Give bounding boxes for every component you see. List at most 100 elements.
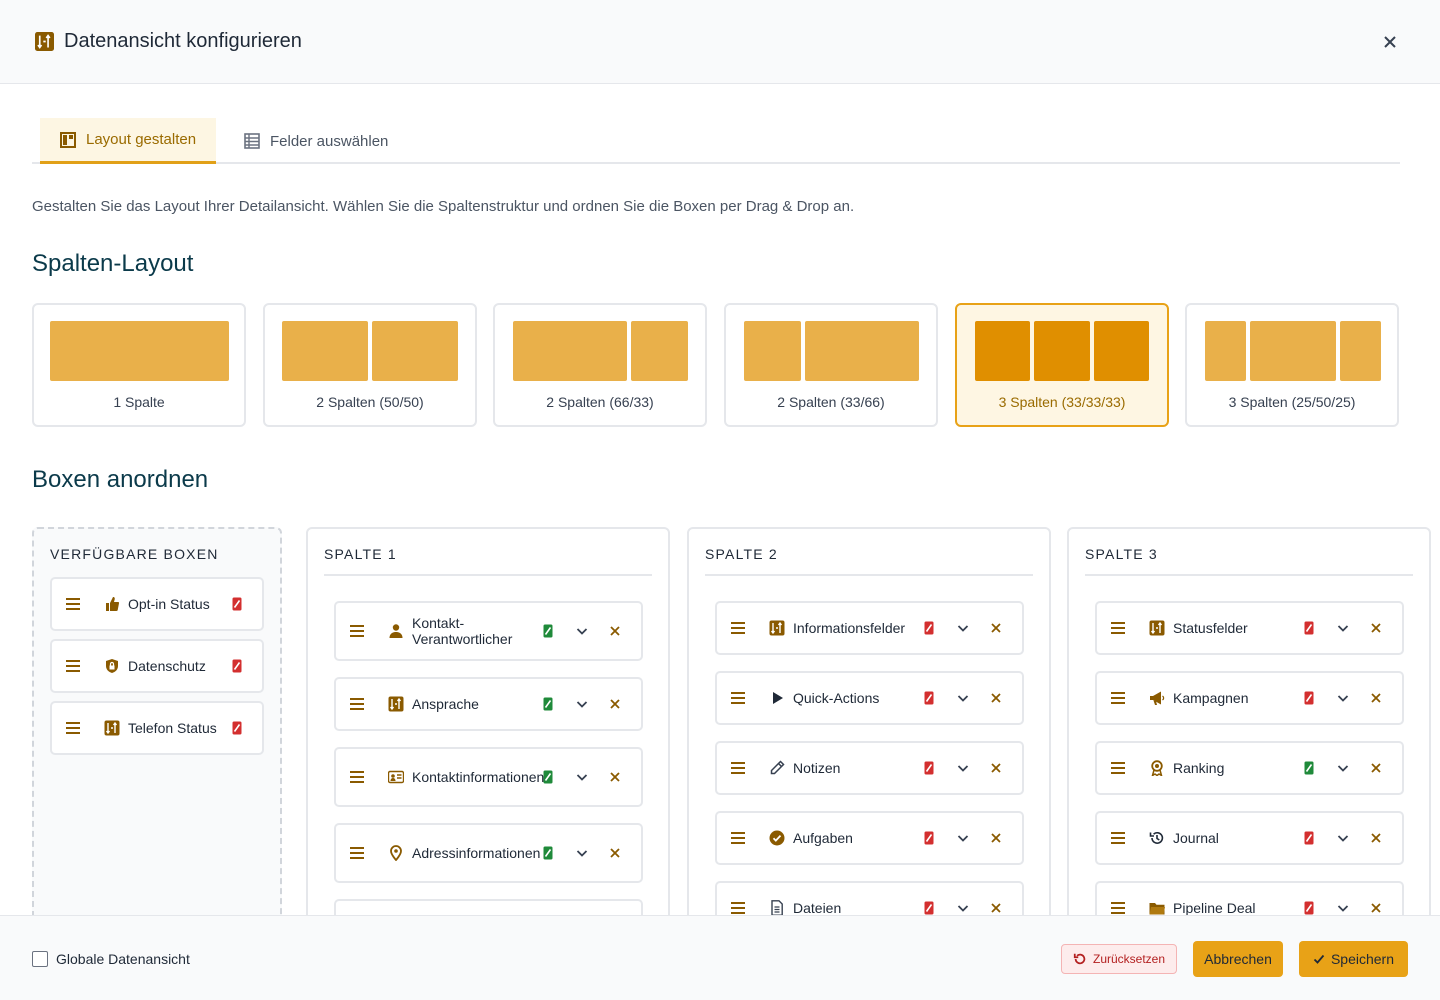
- drag-handle-icon[interactable]: [350, 847, 364, 859]
- layout-label: 2 Spalten (33/66): [777, 394, 885, 410]
- remove-icon[interactable]: [609, 847, 621, 859]
- megaphone-icon: [1150, 691, 1165, 705]
- box-item[interactable]: Informationsfelder: [715, 601, 1024, 655]
- mobile-off-icon[interactable]: [924, 691, 934, 705]
- remove-icon[interactable]: [609, 625, 621, 637]
- close-button[interactable]: [1378, 30, 1402, 54]
- mobile-off-icon[interactable]: [232, 597, 242, 611]
- mobile-off-icon[interactable]: [924, 621, 934, 635]
- chevron-down-icon[interactable]: [1336, 901, 1350, 915]
- remove-icon[interactable]: [1370, 902, 1382, 914]
- remove-icon[interactable]: [1370, 832, 1382, 844]
- layout-option-3[interactable]: 2 Spalten (66/33): [493, 303, 707, 427]
- box-item[interactable]: Kontaktinformationen: [334, 747, 643, 807]
- drag-handle-icon[interactable]: [66, 598, 80, 610]
- chevron-down-icon[interactable]: [1336, 831, 1350, 845]
- box-item[interactable]: Kontakt-Verantwortlicher: [334, 601, 643, 661]
- mobile-off-icon[interactable]: [1304, 901, 1314, 915]
- chevron-down-icon[interactable]: [956, 761, 970, 775]
- mobile-off-icon[interactable]: [1304, 621, 1314, 635]
- remove-icon[interactable]: [990, 692, 1002, 704]
- drag-handle-icon[interactable]: [731, 902, 745, 914]
- undo-icon: [1073, 953, 1086, 965]
- chevron-down-icon[interactable]: [575, 846, 589, 860]
- box-item[interactable]: Aufgaben: [715, 811, 1024, 865]
- drag-handle-icon[interactable]: [66, 722, 80, 734]
- remove-icon[interactable]: [990, 762, 1002, 774]
- chevron-down-icon[interactable]: [956, 621, 970, 635]
- drag-handle-icon[interactable]: [731, 832, 745, 844]
- drag-handle-icon[interactable]: [1111, 902, 1125, 914]
- cancel-button[interactable]: Abbrechen: [1193, 941, 1283, 977]
- layout-option-6[interactable]: 3 Spalten (25/50/25): [1185, 303, 1399, 427]
- box-item[interactable]: Adressinformationen: [334, 823, 643, 883]
- box-item[interactable]: Kampagnen: [1095, 671, 1404, 725]
- mobile-off-icon[interactable]: [924, 901, 934, 915]
- chevron-down-icon[interactable]: [1336, 761, 1350, 775]
- mobile-off-icon[interactable]: [232, 721, 242, 735]
- chevron-down-icon[interactable]: [956, 691, 970, 705]
- mobile-off-icon[interactable]: [1304, 691, 1314, 705]
- drag-handle-icon[interactable]: [731, 692, 745, 704]
- chevron-down-icon[interactable]: [1336, 621, 1350, 635]
- chevron-down-icon[interactable]: [956, 901, 970, 915]
- global-view-checkbox[interactable]: [32, 951, 48, 967]
- mobile-off-icon[interactable]: [232, 659, 242, 673]
- mobile-off-icon[interactable]: [924, 761, 934, 775]
- layout-label: 2 Spalten (66/33): [546, 394, 654, 410]
- layout-option-2[interactable]: 2 Spalten (50/50): [263, 303, 477, 427]
- box-item[interactable]: Journal: [1095, 811, 1404, 865]
- layout-option-4[interactable]: 2 Spalten (33/66): [724, 303, 938, 427]
- drag-handle-icon[interactable]: [350, 771, 364, 783]
- mobile-on-icon[interactable]: [543, 624, 553, 638]
- drag-handle-icon[interactable]: [731, 762, 745, 774]
- mobile-on-icon[interactable]: [543, 770, 553, 784]
- tab-layout[interactable]: Layout gestalten: [40, 118, 217, 164]
- column-3-panel: SPALTE 3 Statusfelder Kampagnen Ranking Jou…: [1067, 527, 1431, 947]
- mobile-on-icon[interactable]: [543, 697, 553, 711]
- mobile-off-icon[interactable]: [1304, 831, 1314, 845]
- layout-option-1[interactable]: 1 Spalte: [32, 303, 246, 427]
- drag-handle-icon[interactable]: [1111, 622, 1125, 634]
- chevron-down-icon[interactable]: [956, 831, 970, 845]
- drag-handle-icon[interactable]: [350, 698, 364, 710]
- box-item[interactable]: Ansprache: [334, 677, 643, 731]
- chevron-down-icon[interactable]: [1336, 691, 1350, 705]
- drag-handle-icon[interactable]: [731, 622, 745, 634]
- remove-icon[interactable]: [990, 832, 1002, 844]
- layout-option-5[interactable]: 3 Spalten (33/33/33): [955, 303, 1169, 427]
- remove-icon[interactable]: [1370, 762, 1382, 774]
- chevron-down-icon[interactable]: [575, 624, 589, 638]
- pencil-icon: [770, 760, 785, 775]
- drag-handle-icon[interactable]: [1111, 832, 1125, 844]
- box-label: Journal: [1173, 830, 1219, 846]
- drag-handle-icon[interactable]: [1111, 692, 1125, 704]
- drag-handle-icon[interactable]: [66, 660, 80, 672]
- box-item[interactable]: Telefon Status: [50, 701, 264, 755]
- tab-fields[interactable]: Felder auswählen: [224, 118, 408, 164]
- save-button[interactable]: Speichern: [1299, 941, 1408, 977]
- box-item[interactable]: Quick-Actions: [715, 671, 1024, 725]
- remove-icon[interactable]: [990, 902, 1002, 914]
- status-icon: [388, 696, 404, 712]
- column-2-panel: SPALTE 2 Informationsfelder Quick-Actions…: [687, 527, 1051, 947]
- chevron-down-icon[interactable]: [575, 697, 589, 711]
- remove-icon[interactable]: [1370, 622, 1382, 634]
- box-item[interactable]: Ranking: [1095, 741, 1404, 795]
- box-item[interactable]: Datenschutz: [50, 639, 264, 693]
- mobile-on-icon[interactable]: [543, 846, 553, 860]
- chevron-down-icon[interactable]: [575, 770, 589, 784]
- box-item[interactable]: Statusfelder: [1095, 601, 1404, 655]
- mobile-on-icon[interactable]: [1304, 761, 1314, 775]
- remove-icon[interactable]: [609, 698, 621, 710]
- check-circle-icon: [769, 830, 785, 846]
- mobile-off-icon[interactable]: [924, 831, 934, 845]
- remove-icon[interactable]: [990, 622, 1002, 634]
- remove-icon[interactable]: [609, 771, 621, 783]
- remove-icon[interactable]: [1370, 692, 1382, 704]
- drag-handle-icon[interactable]: [1111, 762, 1125, 774]
- box-item[interactable]: Opt-in Status: [50, 577, 264, 631]
- box-item[interactable]: Notizen: [715, 741, 1024, 795]
- drag-handle-icon[interactable]: [350, 625, 364, 637]
- reset-button[interactable]: Zurücksetzen: [1061, 944, 1177, 974]
